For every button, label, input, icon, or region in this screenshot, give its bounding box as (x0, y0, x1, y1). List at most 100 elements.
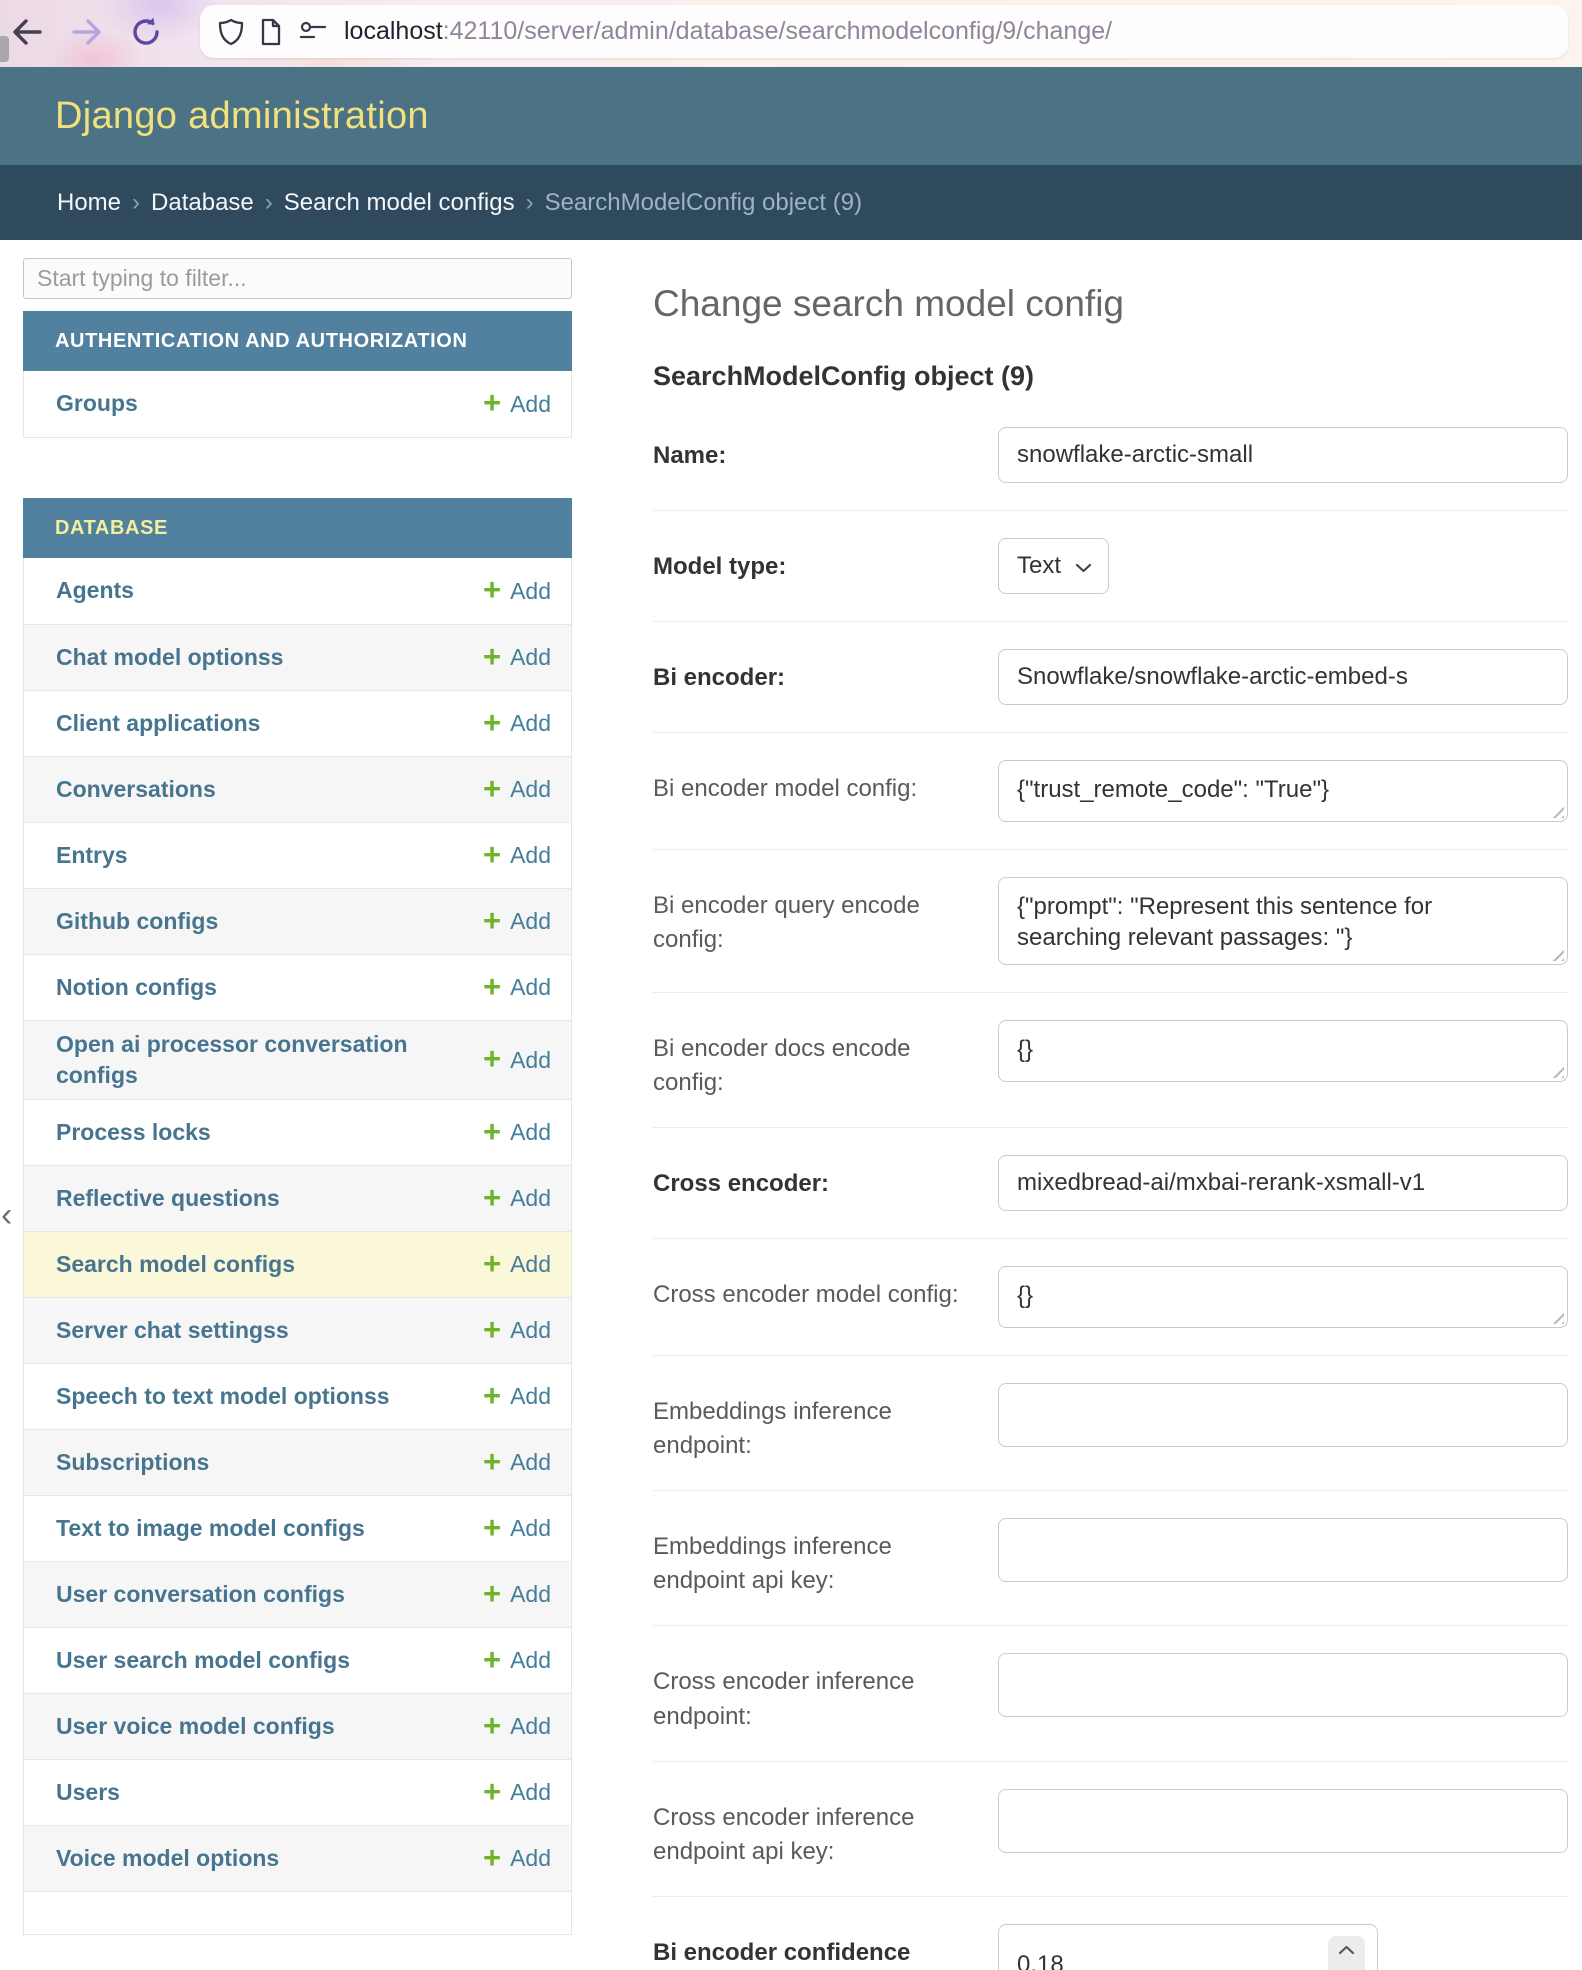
sidebar-empty-row (24, 1891, 571, 1934)
url-path: :42110/server/admin/database/searchmodel… (443, 17, 1112, 45)
sidebar-item-process-locks[interactable]: Process locks (56, 1117, 211, 1148)
add-label: Add (510, 1185, 551, 1212)
add-link-voice-model-options[interactable]: +Add (483, 1845, 551, 1873)
sidebar-item-user-conversation-configs[interactable]: User conversation configs (56, 1579, 345, 1610)
input-bi-encoder[interactable]: Snowflake/snowflake-arctic-embed-s (998, 649, 1568, 705)
shield-icon[interactable] (218, 18, 244, 46)
add-link-open-ai-processor-conversation-configs[interactable]: +Add (483, 1046, 551, 1074)
add-link-search-model-configs[interactable]: +Add (483, 1251, 551, 1279)
breadcrumb-link-database[interactable]: Database (151, 189, 254, 217)
sidebar-item-text-to-image-model-configs[interactable]: Text to image model configs (56, 1513, 365, 1544)
form-row-embeddings-inference-endpoint-api-key: Embeddings inference endpoint api key: (653, 1491, 1568, 1626)
add-link-client-applications[interactable]: +Add (483, 710, 551, 738)
input-cross-encoder-inference-endpoint[interactable] (998, 1653, 1568, 1717)
sidebar-item-user-voice-model-configs[interactable]: User voice model configs (56, 1711, 335, 1742)
add-link-user-conversation-configs[interactable]: +Add (483, 1581, 551, 1609)
breadcrumb-link-home[interactable]: Home (57, 189, 121, 217)
back-icon[interactable] (10, 17, 44, 47)
add-link-text-to-image-model-configs[interactable]: +Add (483, 1515, 551, 1543)
sidebar-item-groups[interactable]: Groups (56, 388, 138, 419)
sidebar-item-github-configs[interactable]: Github configs (56, 906, 218, 937)
add-link-process-locks[interactable]: +Add (483, 1119, 551, 1147)
sidebar-filter-input[interactable] (23, 258, 572, 299)
page-icon[interactable] (260, 18, 282, 46)
resize-grip-icon[interactable] (1549, 1309, 1564, 1324)
sidebar-collapse-toggle[interactable]: ‹ (1, 1198, 12, 1232)
field-label-bi-encoder-docs-encode-config: Bi encoder docs encode config: (653, 1020, 998, 1100)
sidebar-item-notion-configs[interactable]: Notion configs (56, 972, 217, 1003)
sidebar-item-conversations[interactable]: Conversations (56, 774, 216, 805)
textarea-bi-encoder-query-encode-config[interactable]: {"prompt": "Represent this sentence for … (998, 877, 1568, 965)
sidebar-item-chat-model-optionss[interactable]: Chat model optionss (56, 642, 283, 673)
textarea-cross-encoder-model-config[interactable]: {} (998, 1266, 1568, 1328)
sidebar-item-search-model-configs[interactable]: Search model configs (56, 1249, 295, 1280)
add-link-entrys[interactable]: +Add (483, 842, 551, 870)
field-label-bi-encoder: Bi encoder: (653, 649, 998, 705)
add-label: Add (510, 1779, 551, 1806)
sidebar-item-reflective-questions[interactable]: Reflective questions (56, 1183, 280, 1214)
add-link-server-chat-settingss[interactable]: +Add (483, 1317, 551, 1345)
add-link-groups[interactable]: +Add (483, 390, 551, 418)
forward-icon[interactable] (70, 17, 104, 47)
breadcrumb-separator: › (132, 189, 140, 217)
resize-grip-icon[interactable] (1549, 1063, 1564, 1078)
plus-icon: + (483, 1512, 501, 1543)
sidebar-item-client-applications[interactable]: Client applications (56, 708, 260, 739)
sidebar-item-users[interactable]: Users (56, 1777, 120, 1808)
reload-icon[interactable] (130, 16, 162, 48)
add-link-conversations[interactable]: +Add (483, 776, 551, 804)
nav-section-title-authentication-and-authorization[interactable]: AUTHENTICATION AND AUTHORIZATION (23, 311, 572, 371)
sidebar-item-row: Process locks +Add (24, 1099, 571, 1165)
form-row-bi-encoder: Bi encoder:Snowflake/snowflake-arctic-em… (653, 622, 1568, 733)
add-link-reflective-questions[interactable]: +Add (483, 1185, 551, 1213)
add-link-chat-model-optionss[interactable]: +Add (483, 644, 551, 672)
nav-section-title-database[interactable]: DATABASE (23, 498, 572, 558)
add-link-subscriptions[interactable]: +Add (483, 1449, 551, 1477)
resize-grip-icon[interactable] (1549, 803, 1564, 818)
textarea-bi-encoder-docs-encode-config[interactable]: {} (998, 1020, 1568, 1082)
input-name[interactable]: snowflake-arctic-small (998, 427, 1568, 483)
permissions-icon[interactable] (298, 20, 328, 44)
breadcrumb-current: SearchModelConfig object (9) (545, 189, 863, 217)
input-cross-encoder-inference-endpoint-api-key[interactable] (998, 1789, 1568, 1853)
select-value: Text (1017, 552, 1061, 580)
sidebar-item-row: User conversation configs +Add (24, 1561, 571, 1627)
add-link-speech-to-text-model-optionss[interactable]: +Add (483, 1383, 551, 1411)
input-embeddings-inference-endpoint[interactable] (998, 1383, 1568, 1447)
change-form: Name:snowflake-arctic-smallModel type:Te… (653, 400, 1568, 1970)
sidebar-item-speech-to-text-model-optionss[interactable]: Speech to text model optionss (56, 1381, 390, 1412)
add-label: Add (510, 776, 551, 803)
url-text: localhost:42110/server/admin/database/se… (344, 17, 1112, 46)
number-stepper[interactable] (1328, 1936, 1365, 1970)
plus-icon: + (483, 1578, 501, 1609)
sidebar-item-subscriptions[interactable]: Subscriptions (56, 1447, 209, 1478)
add-link-notion-configs[interactable]: +Add (483, 974, 551, 1002)
input-embeddings-inference-endpoint-api-key[interactable] (998, 1518, 1568, 1582)
breadcrumb-link-search-model-configs[interactable]: Search model configs (284, 189, 515, 217)
number-input-bi-encoder-confidence-threshold[interactable]: 0.18 (998, 1924, 1378, 1970)
sidebar-item-user-search-model-configs[interactable]: User search model configs (56, 1645, 350, 1676)
sidebar-item-voice-model-options[interactable]: Voice model options (56, 1843, 279, 1874)
add-link-agents[interactable]: +Add (483, 577, 551, 605)
url-bar[interactable]: localhost:42110/server/admin/database/se… (200, 5, 1568, 58)
select-model-type[interactable]: Text (998, 538, 1109, 594)
add-link-github-configs[interactable]: +Add (483, 908, 551, 936)
resize-grip-icon[interactable] (1549, 946, 1564, 961)
sidebar-item-entrys[interactable]: Entrys (56, 840, 128, 871)
page-title: Change search model config (653, 283, 1568, 325)
input-cross-encoder[interactable]: mixedbread-ai/mxbai-rerank-xsmall-v1 (998, 1155, 1568, 1211)
site-header: Django administration (0, 67, 1582, 165)
stepper-up-icon[interactable] (1338, 1934, 1355, 1962)
sidebar-item-open-ai-processor-conversation-configs[interactable]: Open ai processor conversation configs (56, 1029, 416, 1091)
sidebar-item-server-chat-settingss[interactable]: Server chat settingss (56, 1315, 289, 1346)
add-link-users[interactable]: +Add (483, 1779, 551, 1807)
add-link-user-voice-model-configs[interactable]: +Add (483, 1713, 551, 1741)
site-title[interactable]: Django administration (55, 95, 429, 138)
sidebar-item-row: Reflective questions +Add (24, 1165, 571, 1231)
sidebar-item-agents[interactable]: Agents (56, 575, 134, 606)
add-link-user-search-model-configs[interactable]: +Add (483, 1647, 551, 1675)
field-label-bi-encoder-confidence-threshold: Bi encoder confidence threshold: (653, 1924, 998, 1970)
sidebar-item-row: Text to image model configs +Add (24, 1495, 571, 1561)
add-label: Add (510, 1449, 551, 1476)
textarea-bi-encoder-model-config[interactable]: {"trust_remote_code": "True"} (998, 760, 1568, 822)
